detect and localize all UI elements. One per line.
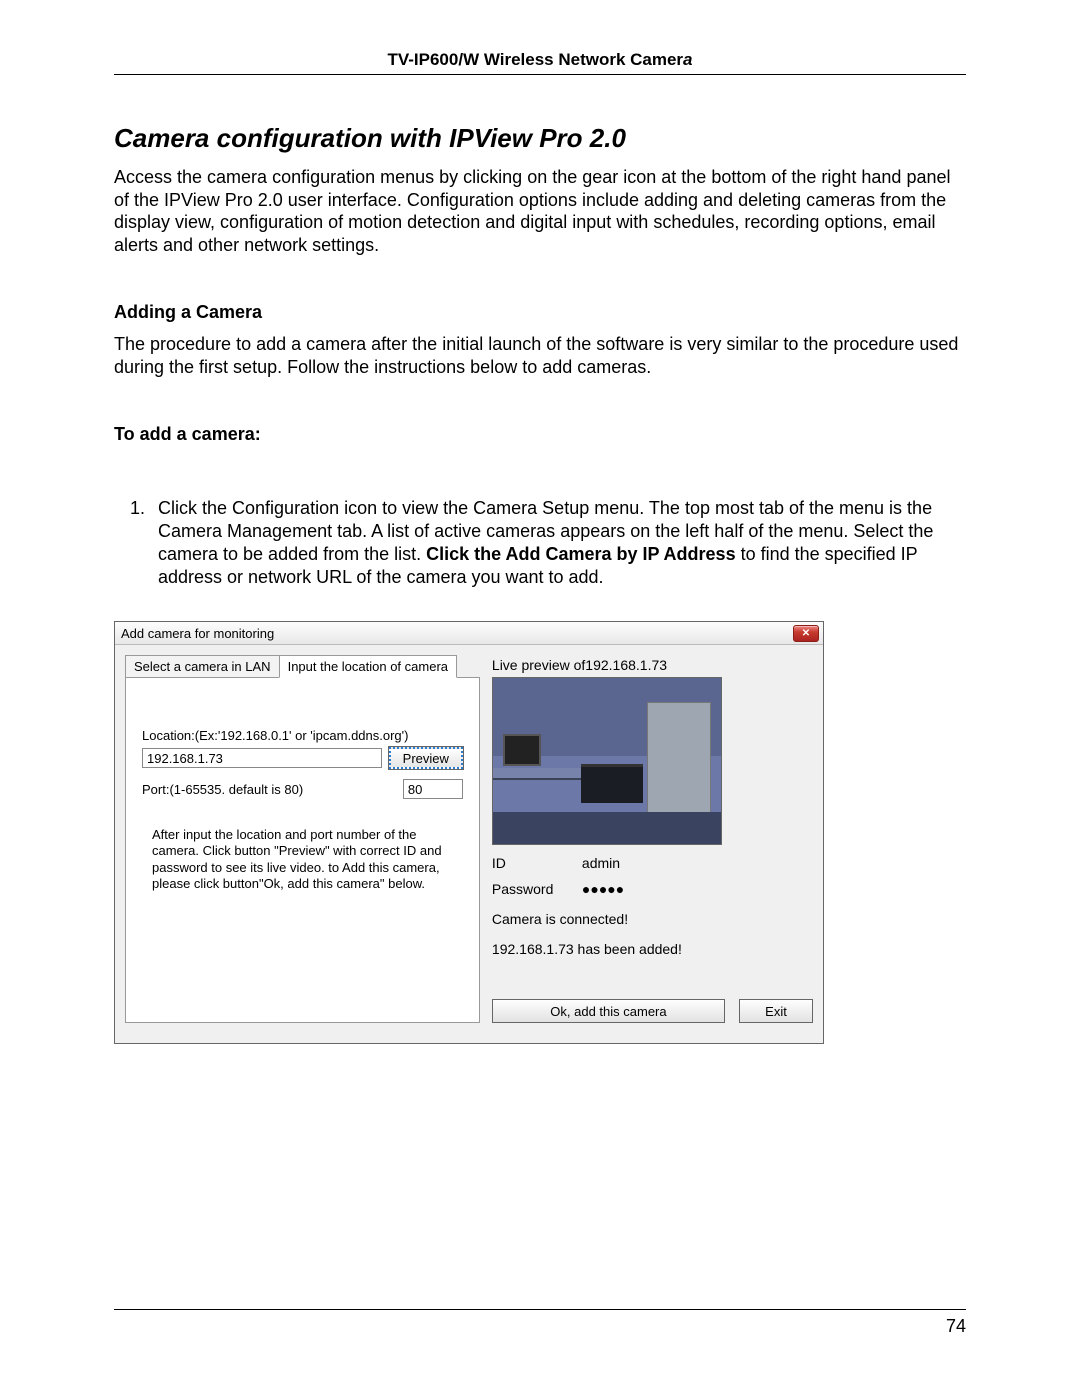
password-value: ●●●●● (582, 881, 624, 897)
preview-title: Live preview of192.168.1.73 (492, 657, 813, 673)
port-input[interactable] (403, 779, 463, 799)
intro-paragraph: Access the camera configuration menus by… (114, 166, 966, 256)
tab-input-location[interactable]: Input the location of camera (279, 655, 457, 678)
right-pane: Live preview of192.168.1.73 ID admin Pas… (492, 655, 813, 1023)
location-input[interactable] (142, 748, 382, 768)
close-icon[interactable]: ✕ (793, 625, 819, 642)
tab-content: Location:(Ex:'192.168.0.1' or 'ipcam.ddn… (125, 677, 480, 1023)
tab-select-lan[interactable]: Select a camera in LAN (125, 655, 280, 678)
id-label: ID (492, 855, 582, 871)
preview-button[interactable]: Preview (389, 747, 463, 769)
location-label: Location:(Ex:'192.168.0.1' or 'ipcam.ddn… (142, 728, 463, 743)
left-pane: Select a camera in LAN Input the locatio… (125, 655, 480, 1023)
page-header: TV-IP600/W Wireless Network Camera (114, 50, 966, 75)
ok-add-camera-button[interactable]: Ok, add this camera (492, 999, 725, 1023)
id-value: admin (582, 855, 620, 871)
step-list: Click the Configuration icon to view the… (114, 497, 966, 589)
exit-button[interactable]: Exit (739, 999, 813, 1023)
adding-camera-heading: Adding a Camera (114, 302, 966, 323)
step-1-bold: Click the Add Camera by IP Address (426, 544, 735, 564)
dialog-title: Add camera for monitoring (121, 626, 274, 641)
to-add-heading: To add a camera: (114, 424, 966, 445)
page-number: 74 (946, 1316, 966, 1336)
product-name-suffix: a (683, 50, 692, 69)
add-camera-dialog: Add camera for monitoring ✕ Select a cam… (114, 621, 824, 1044)
hint-text: After input the location and port number… (142, 827, 463, 892)
port-label: Port:(1-65535. default is 80) (142, 782, 397, 797)
product-name: TV-IP600/W Wireless Network Camer (387, 50, 683, 69)
section-title: Camera configuration with IPView Pro 2.0 (114, 123, 966, 154)
status-connected: Camera is connected! (492, 911, 813, 927)
tabs: Select a camera in LAN Input the locatio… (125, 655, 480, 678)
step-1: Click the Configuration icon to view the… (150, 497, 966, 589)
password-label: Password (492, 881, 582, 897)
status-added: 192.168.1.73 has been added! (492, 941, 813, 957)
adding-camera-body: The procedure to add a camera after the … (114, 333, 966, 378)
dialog-title-bar: Add camera for monitoring ✕ (115, 622, 823, 645)
page-footer: 74 (114, 1309, 966, 1337)
preview-image (492, 677, 722, 845)
